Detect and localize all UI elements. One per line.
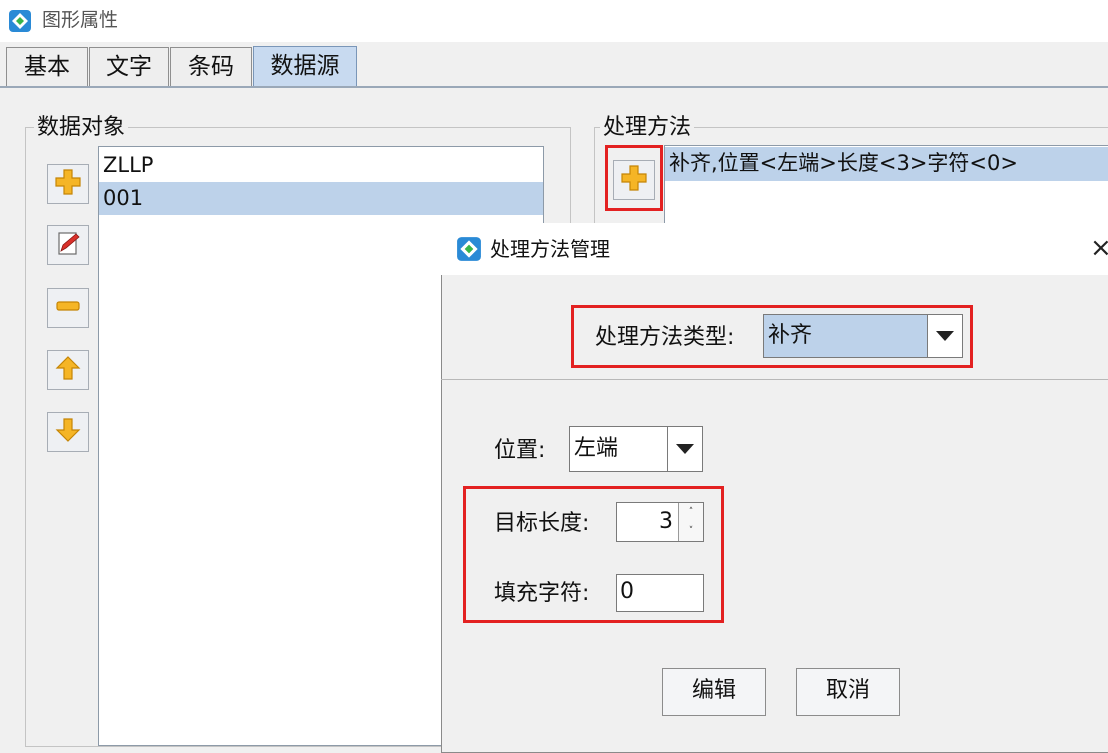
cancel-button[interactable]: 取消 bbox=[796, 668, 900, 716]
dialog-separator bbox=[441, 379, 1108, 380]
dialog-title: 处理方法管理 bbox=[490, 237, 610, 261]
edit-button[interactable]: 编辑 bbox=[662, 668, 766, 716]
move-down-button[interactable] bbox=[47, 412, 89, 452]
remove-icon bbox=[54, 292, 82, 324]
app-diamond-icon bbox=[8, 9, 32, 33]
app-diamond-icon bbox=[456, 236, 482, 262]
position-label: 位置: bbox=[494, 438, 546, 463]
target-length-value: 3 bbox=[659, 509, 673, 534]
stepper-up-icon[interactable]: ˄ bbox=[678, 503, 703, 522]
tab-text[interactable]: 文字 bbox=[89, 47, 169, 87]
list-item[interactable]: ZLLP bbox=[99, 149, 543, 182]
remove-data-object-button[interactable] bbox=[47, 288, 89, 328]
move-up-button[interactable] bbox=[47, 350, 89, 390]
tab-barcode[interactable]: 条码 bbox=[170, 47, 252, 87]
fill-char-input[interactable]: 0 bbox=[616, 574, 704, 612]
add-icon bbox=[620, 164, 648, 196]
up-arrow-icon bbox=[54, 354, 82, 386]
edit-icon bbox=[54, 229, 82, 261]
chevron-down-icon[interactable] bbox=[927, 315, 962, 357]
data-objects-label: 数据对象 bbox=[34, 115, 129, 141]
edit-data-object-button[interactable] bbox=[47, 225, 89, 265]
position-select[interactable]: 左端 bbox=[569, 426, 703, 472]
process-methods-label: 处理方法 bbox=[600, 115, 695, 141]
method-type-value: 补齐 bbox=[768, 323, 813, 348]
list-item[interactable]: 补齐,位置<左端>长度<3>字符<0> bbox=[665, 147, 1108, 181]
method-type-label: 处理方法类型: bbox=[595, 325, 735, 350]
fill-char-label: 填充字符: bbox=[494, 581, 590, 606]
target-length-stepper[interactable]: 3 ˄ ˅ bbox=[616, 502, 704, 542]
down-arrow-icon bbox=[54, 416, 82, 448]
add-data-object-button[interactable] bbox=[47, 164, 89, 204]
window-title: 图形属性 bbox=[42, 9, 119, 31]
target-length-label: 目标长度: bbox=[494, 511, 590, 536]
tab-datasource[interactable]: 数据源 bbox=[253, 46, 357, 88]
title-bar bbox=[0, 0, 1108, 42]
list-item[interactable]: 001 bbox=[99, 182, 543, 215]
add-process-method-button[interactable] bbox=[613, 160, 655, 200]
position-value: 左端 bbox=[574, 436, 619, 461]
tab-baseline bbox=[0, 86, 1108, 88]
add-icon bbox=[54, 168, 82, 200]
stepper-down-icon[interactable]: ˅ bbox=[678, 522, 703, 541]
method-type-select[interactable]: 补齐 bbox=[763, 314, 963, 358]
chevron-down-icon[interactable] bbox=[667, 427, 702, 471]
tab-basic[interactable]: 基本 bbox=[6, 47, 88, 87]
close-icon[interactable]: × bbox=[1090, 233, 1108, 263]
